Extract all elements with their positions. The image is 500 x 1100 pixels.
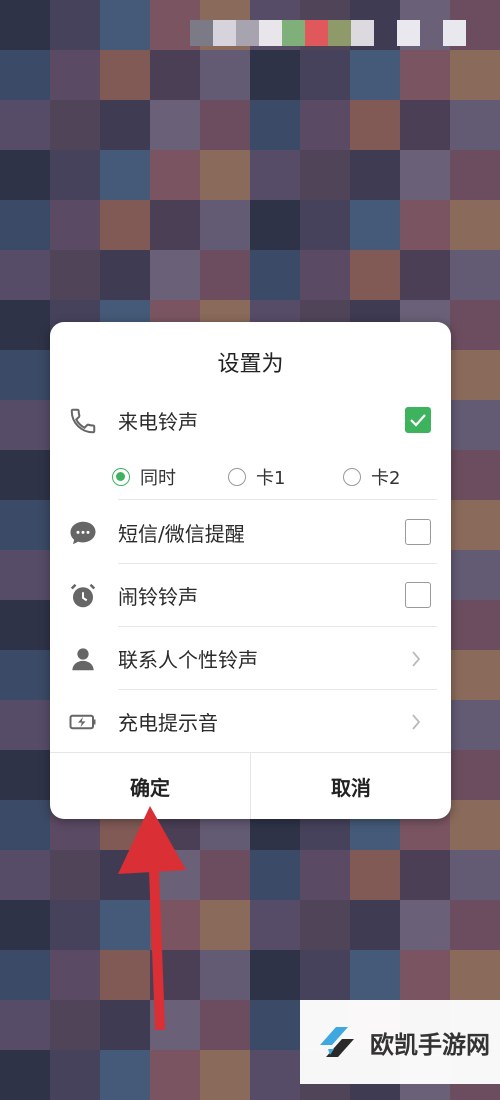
alarm-clock-icon (68, 581, 98, 611)
charging-tone-label: 充电提示音 (118, 711, 218, 735)
phone-icon (68, 406, 98, 436)
chevron-right-icon (411, 651, 421, 667)
cancel-button[interactable]: 取消 (251, 753, 451, 819)
contact-ringtone-row[interactable]: 联系人个性铃声 (50, 628, 451, 690)
divider (118, 626, 437, 627)
sms-wechat-label: 短信/微信提醒 (118, 522, 245, 546)
status-bar (190, 20, 466, 46)
chevron-right-icon (411, 714, 421, 730)
sms-wechat-checkbox[interactable] (405, 519, 431, 545)
watermark-logo-icon (320, 1027, 354, 1057)
divider (118, 689, 437, 690)
alarm-checkbox[interactable] (405, 582, 431, 608)
watermark: 欧凯手游网 (300, 1000, 500, 1084)
ringtone-row[interactable]: 来电铃声 (50, 390, 451, 452)
sim-option-group: 同时 卡1 卡2 (50, 454, 451, 500)
contact-icon (68, 644, 98, 674)
divider (118, 563, 437, 564)
charging-battery-icon (68, 707, 98, 737)
alarm-row[interactable]: 闹铃铃声 (50, 565, 451, 627)
watermark-text: 欧凯手游网 (370, 1030, 490, 1059)
radio-selected-icon (112, 468, 130, 486)
charging-tone-row[interactable]: 充电提示音 (50, 691, 451, 753)
radio-unselected-icon (228, 468, 246, 486)
set-as-dialog: 设置为 来电铃声 同时 卡1 卡2 短信/微信提醒 闹铃铃声 联系人个性铃声 充… (50, 322, 451, 819)
sim-option-label: 卡1 (256, 468, 286, 489)
dialog-title: 设置为 (217, 352, 284, 377)
alarm-label: 闹铃铃声 (118, 585, 198, 609)
sms-wechat-row[interactable]: 短信/微信提醒 (50, 502, 451, 564)
radio-unselected-icon (343, 468, 361, 486)
sim-option-label: 同时 (140, 468, 176, 489)
sim-option-label: 卡2 (371, 468, 401, 489)
ringtone-label: 来电铃声 (118, 410, 198, 434)
sim-option-both[interactable]: 同时 (112, 464, 176, 490)
red-arrow-annotation (118, 806, 186, 1030)
sim-option-card1[interactable]: 卡1 (228, 464, 285, 490)
sim-option-card2[interactable]: 卡2 (343, 464, 400, 490)
divider (118, 499, 437, 500)
ringtone-checkbox[interactable] (405, 407, 431, 433)
message-icon (68, 518, 98, 548)
contact-ringtone-label: 联系人个性铃声 (118, 648, 258, 672)
